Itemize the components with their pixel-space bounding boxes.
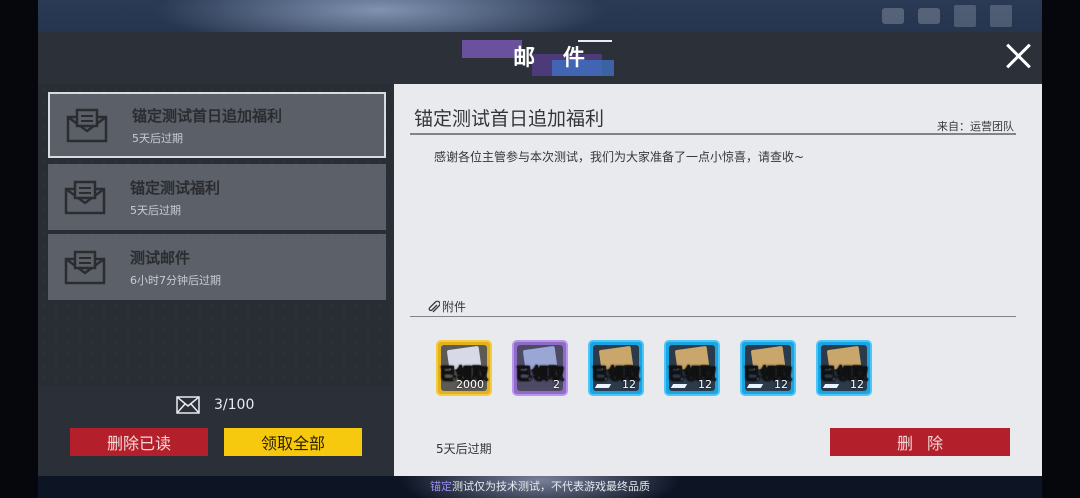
- resource-icon: [882, 8, 904, 24]
- mail-body-text: 感谢各位主管参与本次测试，我们为大家准备了一点小惊喜，请查收~: [434, 150, 805, 164]
- attachment-item[interactable]: 已领取 12: [588, 340, 644, 396]
- mail-detail-panel: 锚定测试首日追加福利 来自：运营团队 感谢各位主管参与本次测试，我们为大家准备了…: [394, 84, 1042, 476]
- item-quantity: 12: [698, 378, 712, 391]
- attachment-item[interactable]: 已领取 12: [664, 340, 720, 396]
- item-stripe-icon: [670, 384, 688, 388]
- footer-text: 测试仅为技术测试，不代表游戏最终品质: [452, 480, 650, 493]
- attachment-list: 已领取 2000 已领取 2 已领取 12 已领取 12 已领取 12 已领取 …: [436, 340, 872, 396]
- attachments-heading: 附件: [428, 298, 466, 315]
- mail-expiry: 5天后过期: [436, 442, 492, 456]
- claim-all-button[interactable]: 领取全部: [224, 428, 362, 456]
- paperclip-icon: [428, 300, 440, 312]
- mail-list-item[interactable]: 测试邮件 6小时7分钟后过期: [48, 234, 386, 300]
- item-stripe-icon: [594, 384, 612, 388]
- mail-count: 3/100: [176, 396, 254, 414]
- mail-item-title: 锚定测试首日追加福利: [132, 106, 283, 125]
- mail-list-item[interactable]: 锚定测试首日追加福利 5天后过期: [48, 92, 386, 158]
- mail-sender: 来自：运营团队: [937, 120, 1014, 133]
- attachment-item[interactable]: 已领取 12: [816, 340, 872, 396]
- attachments-label: 附件: [442, 300, 467, 314]
- item-quantity: 2000: [456, 378, 484, 391]
- window-title: 邮 件: [513, 45, 595, 71]
- mail-item-title: 测试邮件: [130, 248, 191, 267]
- close-icon[interactable]: [1002, 40, 1034, 72]
- mail-item-expiry: 5天后过期: [130, 203, 181, 217]
- item-stripe-icon: [746, 384, 764, 388]
- item-stripe-icon: [822, 384, 840, 388]
- item-quantity: 2: [553, 378, 560, 391]
- top-resource-bar: [38, 0, 1042, 32]
- menu-icon: [954, 5, 976, 27]
- envelope-icon: [64, 249, 106, 285]
- footer-accent: 锚定: [430, 480, 452, 493]
- mail-item-expiry: 6小时7分钟后过期: [130, 273, 221, 287]
- title-bar: 邮 件: [38, 32, 1042, 84]
- divider: [410, 316, 1016, 317]
- disclaimer-footer: 锚定测试仅为技术测试，不代表游戏最终品质: [0, 478, 1080, 494]
- mail-item-title: 锚定测试福利: [130, 178, 221, 197]
- mail-list-item[interactable]: 锚定测试福利 5天后过期: [48, 164, 386, 230]
- mail-item-expiry: 5天后过期: [132, 131, 183, 145]
- item-quantity: 12: [774, 378, 788, 391]
- envelope-icon: [176, 396, 200, 414]
- mail-window: 邮 件 锚定测试首日追加福利 5天后过期 锚定测试福利 5天后过期 测试邮件 6…: [38, 32, 1042, 476]
- mail-detail-title: 锚定测试首日追加福利: [414, 108, 605, 130]
- attachment-item[interactable]: 已领取 12: [740, 340, 796, 396]
- left-letterbox: [0, 0, 38, 498]
- gem-icon: [918, 8, 940, 24]
- right-letterbox: [1042, 0, 1080, 498]
- item-quantity: 12: [622, 378, 636, 391]
- divider: [410, 133, 1016, 135]
- mailbox-footer: 3/100 删除已读 领取全部: [38, 386, 392, 476]
- attachment-item[interactable]: 已领取 2000: [436, 340, 492, 396]
- envelope-icon: [64, 179, 106, 215]
- mail-count-value: 3/100: [214, 397, 255, 413]
- delete-read-button[interactable]: 删除已读: [70, 428, 208, 456]
- delete-button[interactable]: 删除: [830, 428, 1010, 456]
- item-quantity: 12: [850, 378, 864, 391]
- attachment-item[interactable]: 已领取 2: [512, 340, 568, 396]
- envelope-icon: [66, 107, 108, 143]
- settings-icon: [990, 5, 1012, 27]
